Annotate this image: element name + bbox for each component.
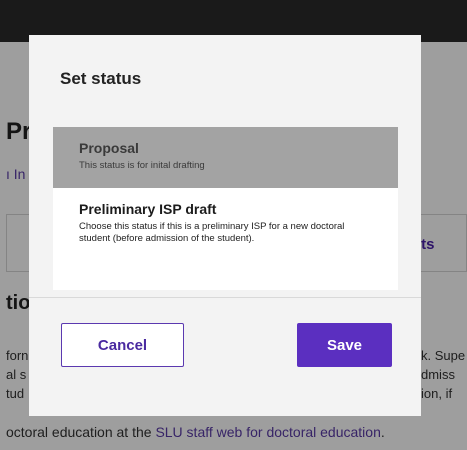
option-description: Choose this status if this is a prelimin… — [79, 221, 345, 244]
status-option-proposal[interactable]: Proposal This status is for inital draft… — [53, 127, 398, 188]
status-option-preliminary-isp-draft[interactable]: Preliminary ISP draft Choose this status… — [53, 188, 398, 290]
save-button[interactable]: Save — [297, 323, 392, 367]
option-description: This status is for inital drafting — [79, 160, 205, 171]
dialog-title: Set status — [60, 69, 142, 88]
set-status-dialog: Set status Proposal This status is for i… — [29, 35, 421, 416]
cancel-button[interactable]: Cancel — [61, 323, 184, 367]
dialog-divider — [29, 297, 421, 298]
option-label: Proposal — [79, 140, 139, 156]
status-option-list: Proposal This status is for inital draft… — [53, 127, 398, 290]
option-label: Preliminary ISP draft — [79, 201, 217, 217]
